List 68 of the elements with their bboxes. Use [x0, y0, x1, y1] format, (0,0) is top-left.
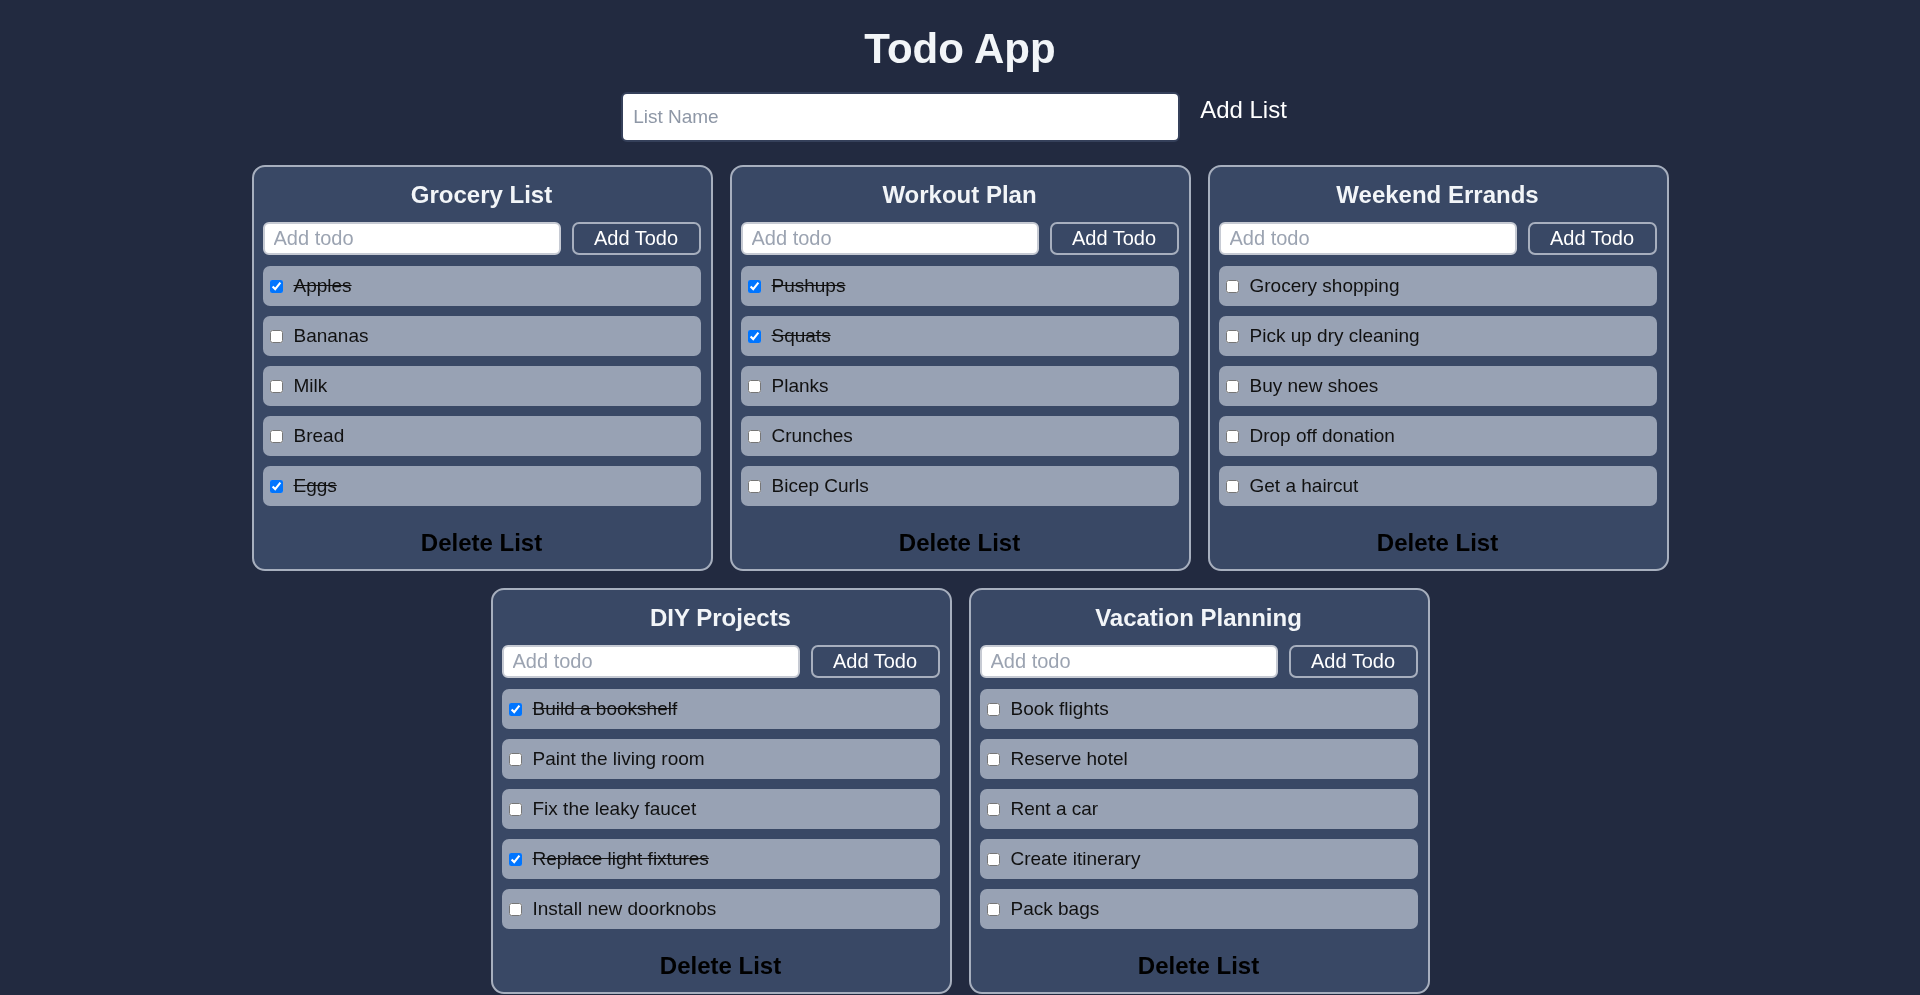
add-list-button[interactable]: Add List	[1188, 92, 1299, 128]
todo-text: Pick up dry cleaning	[1249, 324, 1420, 348]
todo-text: Squats	[771, 324, 831, 348]
todo-text: Bread	[293, 424, 345, 448]
list-title: Vacation Planning	[1095, 603, 1302, 633]
todo-input-field[interactable]: Add todo	[262, 222, 561, 255]
todo-checkbox[interactable]	[269, 429, 283, 443]
todo-text: Fix the leaky faucet	[532, 797, 697, 821]
list-name-field[interactable]: List Name	[621, 92, 1181, 142]
todo-input-field[interactable]: Add todo	[740, 222, 1039, 255]
todo-checkbox[interactable]	[269, 479, 283, 493]
todo-text: Apples	[293, 274, 352, 298]
todo-text: Get a haircut	[1249, 474, 1359, 498]
todo-checkbox[interactable]	[747, 479, 761, 493]
todo-text: Paint the living room	[532, 747, 705, 771]
todo-text: Reserve hotel	[1010, 747, 1128, 771]
todo-text: Pushups	[771, 274, 846, 298]
todo-input-field[interactable]: Add todo	[501, 645, 800, 678]
todo-checkbox[interactable]	[1225, 479, 1239, 493]
todo-text: Bananas	[293, 324, 369, 348]
todo-input-field[interactable]: Add todo	[1218, 222, 1517, 255]
todo-text: Bicep Curls	[771, 474, 869, 498]
add-todo-button[interactable]: Add Todo	[1049, 222, 1179, 255]
todo-checkbox[interactable]	[986, 852, 1000, 866]
todo-text: Buy new shoes	[1249, 374, 1379, 398]
todo-checkbox[interactable]	[269, 379, 283, 393]
todo-text: Milk	[293, 374, 328, 398]
todo-text: Eggs	[293, 474, 337, 498]
todo-checkbox[interactable]	[1225, 329, 1239, 343]
todo-text: Pack bags	[1010, 897, 1100, 921]
todo-text: Grocery shopping	[1249, 274, 1400, 298]
todo-checkbox[interactable]	[986, 902, 1000, 916]
todo-text: Create itinerary	[1010, 847, 1141, 871]
todo-text: Planks	[771, 374, 829, 398]
todo-checkbox[interactable]	[508, 852, 522, 866]
add-todo-button[interactable]: Add Todo	[1527, 222, 1657, 255]
list-title: DIY Projects	[650, 603, 791, 633]
todo-text: Rent a car	[1010, 797, 1099, 821]
todo-checkbox[interactable]	[747, 429, 761, 443]
add-todo-button[interactable]: Add Todo	[571, 222, 701, 255]
todo-checkbox[interactable]	[1225, 279, 1239, 293]
todo-checkbox[interactable]	[747, 279, 761, 293]
todo-text: Book flights	[1010, 697, 1109, 721]
add-todo-button[interactable]: Add Todo	[810, 645, 940, 678]
add-todo-button[interactable]: Add Todo	[1288, 645, 1418, 678]
todo-checkbox[interactable]	[269, 329, 283, 343]
todo-checkbox[interactable]	[747, 329, 761, 343]
todo-text: Build a bookshelf	[532, 697, 678, 721]
list-title: Grocery List	[410, 180, 553, 210]
todo-checkbox[interactable]	[1225, 379, 1239, 393]
list-title: Workout Plan	[882, 180, 1037, 210]
todo-text: Drop off donation	[1249, 424, 1395, 448]
todo-text: Install new doorknobs	[532, 897, 717, 921]
todo-text: Crunches	[771, 424, 853, 448]
todo-checkbox[interactable]	[508, 902, 522, 916]
app-title: Todo App	[864, 24, 1056, 74]
todo-checkbox[interactable]	[1225, 429, 1239, 443]
todo-text: Replace light fixtures	[532, 847, 709, 871]
todo-checkbox[interactable]	[508, 802, 522, 816]
todo-checkbox[interactable]	[747, 379, 761, 393]
todo-checkbox[interactable]	[986, 702, 1000, 716]
todo-checkbox[interactable]	[269, 279, 283, 293]
todo-input-field[interactable]: Add todo	[979, 645, 1278, 678]
todo-checkbox[interactable]	[508, 702, 522, 716]
todo-checkbox[interactable]	[986, 802, 1000, 816]
list-title: Weekend Errands	[1336, 180, 1539, 210]
todo-checkbox[interactable]	[986, 752, 1000, 766]
todo-checkbox[interactable]	[508, 752, 522, 766]
